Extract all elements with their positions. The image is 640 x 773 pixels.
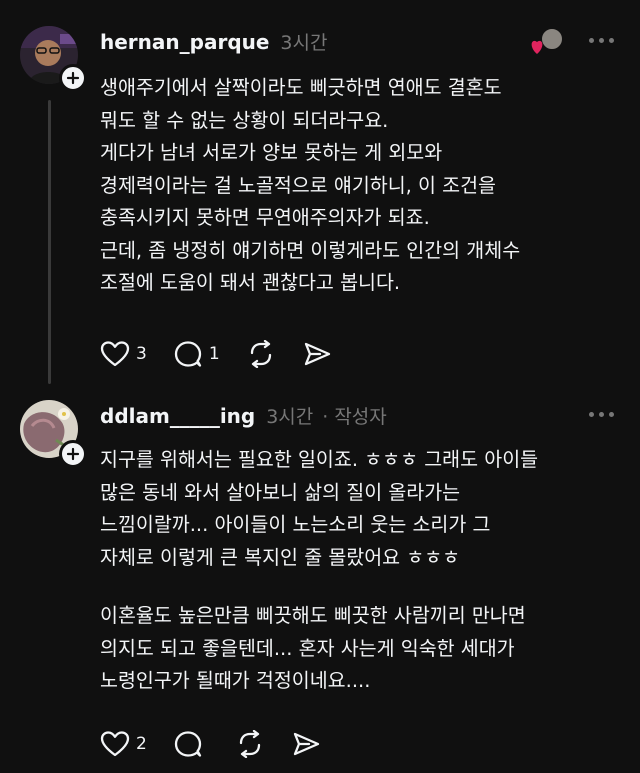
more-options-icon[interactable] [589, 38, 614, 43]
post-text-line: 생애주기에서 살짝이라도 삐긋하면 연애도 결혼도 [100, 76, 502, 99]
username-row: hernan_parque 3시간 [100, 28, 327, 55]
post-text-line: 자체로 이렇게 큰 복지인 줄 몰랐어요 ㅎㅎㅎ [100, 545, 461, 569]
post-text-line: 조절에 도움이 돼서 괜찮다고 봅니다. [100, 271, 401, 294]
heart-icon [100, 341, 130, 367]
post-text-line: 충족시키지 못하면 무연애주의자가 되죠. [100, 206, 430, 229]
post-time: 3시간 [280, 32, 328, 54]
post-text-line: 경제력이라는 걸 노골적으로 얘기하니, 이 조건을 [100, 173, 496, 197]
action-bar: 2 [100, 730, 347, 758]
comment-icon [174, 341, 201, 367]
repost-button[interactable] [246, 340, 276, 368]
username[interactable]: ddlam_____ing [100, 404, 255, 428]
follow-plus-icon[interactable] [59, 64, 87, 92]
post-text-line: 노령인구가 될때가 걱정이네요.... [100, 669, 371, 692]
post-text-line: 근데, 좀 냉정히 얘기하면 이렇게라도 인간의 개체수 [100, 238, 521, 262]
thread-line [48, 100, 51, 384]
author-badge: · 작성자 [322, 406, 387, 428]
action-bar: 3 1 [100, 340, 358, 368]
send-icon [304, 342, 330, 366]
liker-avatar[interactable] [530, 26, 564, 56]
repost-button[interactable] [235, 730, 265, 758]
reply-count: 1 [208, 344, 220, 364]
comment-icon [174, 731, 201, 757]
more-options-icon[interactable] [589, 412, 614, 417]
like-button[interactable]: 2 [100, 730, 147, 758]
reply-button[interactable]: 1 [173, 340, 220, 368]
post-text-line [100, 574, 620, 600]
share-button[interactable] [291, 730, 321, 758]
repost-icon [250, 340, 271, 368]
post-text-line: 의지도 되고 좋을텐데... 혼자 사는게 익숙한 세대가 [100, 636, 515, 660]
like-count: 3 [136, 344, 147, 364]
username-row: ddlam_____ing 3시간 · 작성자 [100, 402, 387, 429]
post-text-line: 많은 동네 와서 살아보니 삶의 질이 올라가는 [100, 480, 461, 504]
share-button[interactable] [302, 340, 332, 368]
post-text-line: 지구를 위해서는 필요한 일이죠. ㅎㅎㅎ 그래도 아이들 [100, 448, 539, 471]
repost-icon [239, 730, 260, 758]
post-text-line: 느낌이랄까... 아이들이 노는소리 웃는 소리가 그 [100, 513, 491, 536]
send-icon [293, 732, 319, 756]
reply-button[interactable] [173, 730, 209, 758]
like-button[interactable]: 3 [100, 340, 147, 368]
post-text-line: 이혼율도 높은만큼 삐끗해도 삐끗한 사람끼리 만나면 [100, 604, 526, 627]
heart-icon [100, 731, 130, 757]
post-text-line: 뭐도 할 수 없는 상황이 되더라구요. [100, 108, 389, 132]
follow-plus-icon[interactable] [59, 440, 87, 468]
post-time: 3시간 [266, 406, 314, 428]
post-body: 지구를 위해서는 필요한 일이죠. ㅎㅎㅎ 그래도 아이들 많은 동네 와서 살… [100, 444, 620, 698]
username[interactable]: hernan_parque [100, 30, 269, 54]
post-body: 생애주기에서 살짝이라도 삐긋하면 연애도 결혼도 뭐도 할 수 없는 상황이 … [100, 72, 620, 300]
like-count: 2 [136, 734, 147, 754]
post-text-line: 게다가 남녀 서로가 양보 못하는 게 외모와 [100, 141, 443, 164]
